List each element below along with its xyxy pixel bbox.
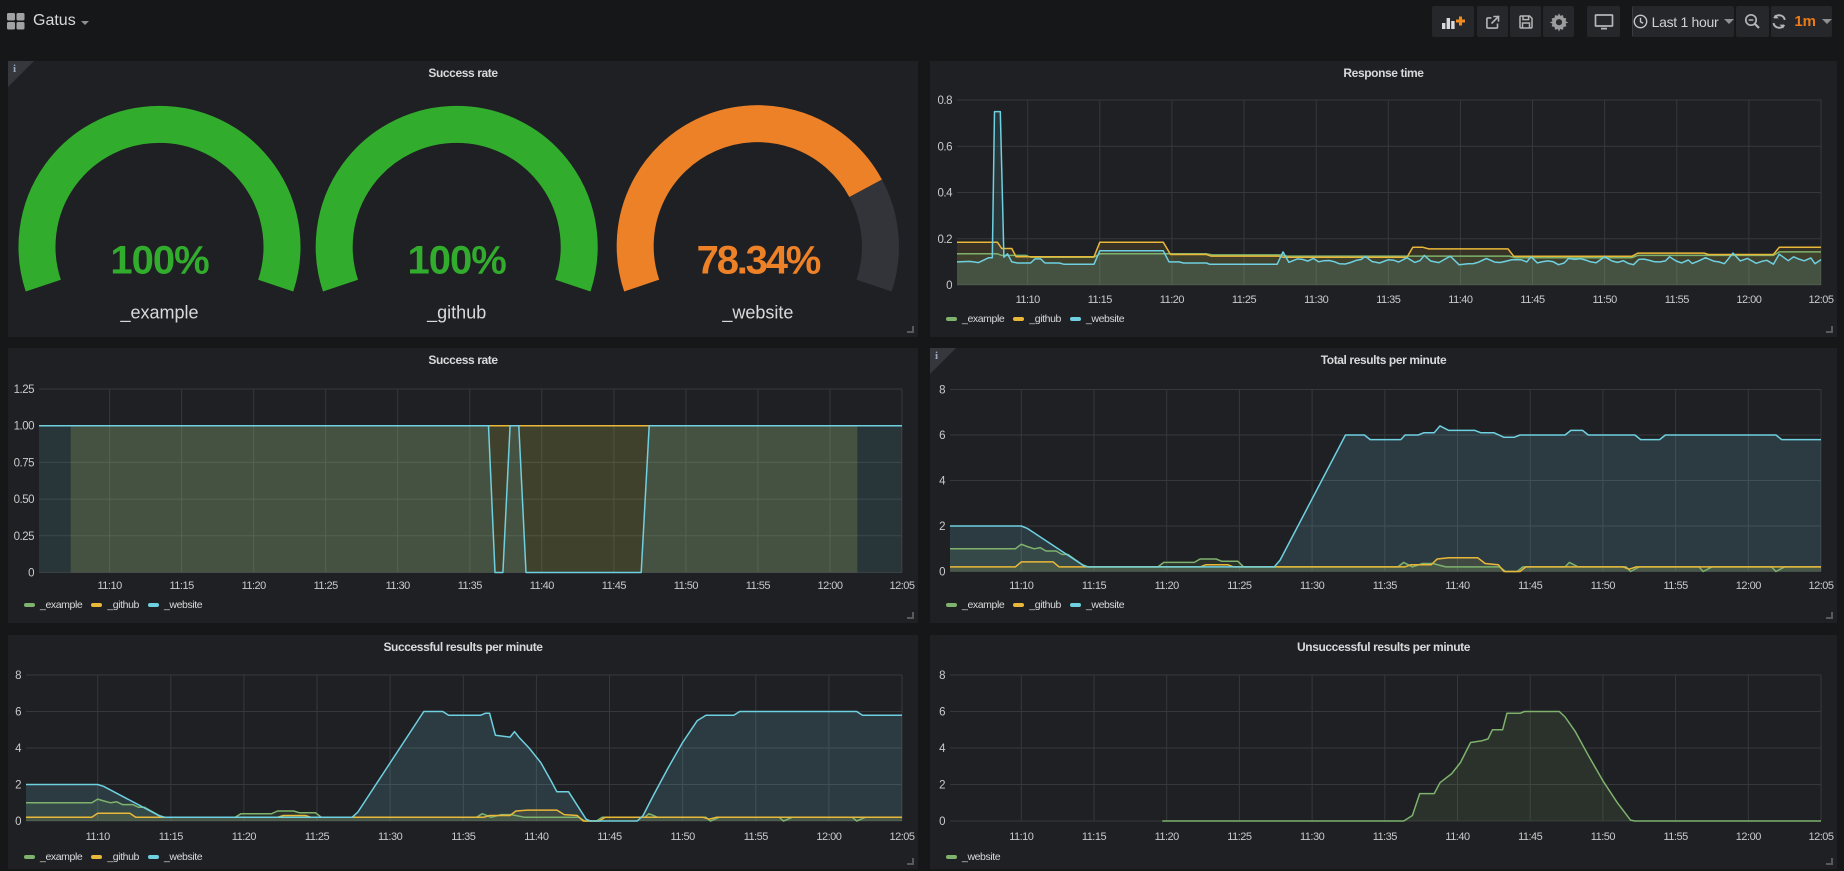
svg-text:11:10: 11:10 (97, 580, 122, 592)
svg-text:11:30: 11:30 (378, 831, 403, 843)
svg-text:0.6: 0.6 (938, 141, 953, 153)
svg-text:12:00: 12:00 (1736, 294, 1761, 306)
svg-text:11:20: 11:20 (1160, 294, 1185, 306)
svg-text:11:55: 11:55 (746, 580, 771, 592)
svg-text:11:30: 11:30 (1300, 831, 1325, 843)
svg-text:0: 0 (939, 567, 945, 579)
svg-text:0.4: 0.4 (938, 188, 954, 200)
svg-text:2: 2 (939, 780, 945, 792)
svg-text:11:50: 11:50 (1592, 294, 1617, 306)
svg-text:11:25: 11:25 (1227, 580, 1252, 592)
svg-text:8: 8 (939, 385, 945, 397)
svg-text:11:50: 11:50 (674, 580, 699, 592)
svg-text:0: 0 (28, 568, 34, 580)
svg-text:12:00: 12:00 (1736, 831, 1761, 843)
svg-text:0: 0 (15, 816, 21, 828)
svg-text:11:35: 11:35 (1376, 294, 1401, 306)
svg-text:_example: _example (119, 303, 198, 324)
svg-text:4: 4 (939, 476, 946, 488)
svg-text:11:25: 11:25 (1232, 294, 1257, 306)
svg-text:0.8: 0.8 (938, 95, 953, 107)
svg-text:11:30: 11:30 (1304, 294, 1329, 306)
svg-text:6: 6 (939, 707, 945, 719)
svg-text:11:35: 11:35 (451, 831, 476, 843)
svg-text:12:05: 12:05 (1808, 294, 1833, 306)
svg-text:11:50: 11:50 (1591, 831, 1616, 843)
svg-text:6: 6 (15, 707, 21, 719)
svg-text:11:55: 11:55 (1665, 294, 1690, 306)
svg-text:11:10: 11:10 (1009, 831, 1034, 843)
svg-text:11:55: 11:55 (744, 831, 769, 843)
svg-text:11:45: 11:45 (602, 580, 627, 592)
svg-text:11:40: 11:40 (1445, 831, 1470, 843)
svg-text:100%: 100% (110, 239, 209, 283)
svg-text:11:45: 11:45 (597, 831, 622, 843)
svg-text:11:35: 11:35 (1373, 580, 1398, 592)
svg-text:11:15: 11:15 (159, 831, 184, 843)
svg-text:0.2: 0.2 (938, 234, 953, 246)
svg-text:11:45: 11:45 (1518, 580, 1543, 592)
svg-text:6: 6 (939, 430, 945, 442)
svg-text:12:05: 12:05 (889, 831, 914, 843)
svg-text:8: 8 (15, 670, 21, 682)
svg-text:2: 2 (939, 521, 945, 533)
svg-text:11:35: 11:35 (458, 580, 483, 592)
svg-text:11:30: 11:30 (386, 580, 411, 592)
svg-text:11:20: 11:20 (1155, 831, 1180, 843)
svg-text:11:45: 11:45 (1518, 831, 1543, 843)
svg-text:11:10: 11:10 (1016, 294, 1041, 306)
svg-text:11:25: 11:25 (305, 831, 330, 843)
svg-text:11:15: 11:15 (1088, 294, 1113, 306)
svg-text:11:45: 11:45 (1520, 294, 1545, 306)
svg-text:2: 2 (15, 780, 21, 792)
svg-text:11:20: 11:20 (232, 831, 257, 843)
svg-text:11:55: 11:55 (1663, 580, 1688, 592)
svg-text:0: 0 (939, 816, 945, 828)
svg-text:78.34%: 78.34% (697, 239, 821, 283)
svg-text:11:50: 11:50 (670, 831, 695, 843)
svg-text:0: 0 (946, 280, 952, 292)
svg-text:11:20: 11:20 (242, 580, 267, 592)
svg-text:11:20: 11:20 (1155, 580, 1180, 592)
svg-text:11:10: 11:10 (1009, 580, 1034, 592)
svg-text:12:05: 12:05 (1808, 580, 1833, 592)
svg-text:1.00: 1.00 (14, 421, 34, 433)
svg-text:12:05: 12:05 (1808, 831, 1833, 843)
svg-text:11:35: 11:35 (1373, 831, 1398, 843)
svg-text:0.25: 0.25 (14, 531, 34, 543)
svg-text:11:40: 11:40 (530, 580, 555, 592)
svg-text:12:00: 12:00 (1736, 580, 1761, 592)
svg-text:1.25: 1.25 (14, 384, 34, 396)
svg-text:11:15: 11:15 (1082, 831, 1107, 843)
svg-text:12:00: 12:00 (816, 831, 841, 843)
svg-text:4: 4 (939, 743, 946, 755)
svg-text:11:10: 11:10 (86, 831, 111, 843)
svg-text:11:40: 11:40 (1448, 294, 1473, 306)
svg-text:12:00: 12:00 (817, 580, 842, 592)
svg-text:11:25: 11:25 (1227, 831, 1252, 843)
svg-text:11:50: 11:50 (1591, 580, 1616, 592)
svg-text:_website: _website (721, 303, 793, 324)
svg-text:11:25: 11:25 (314, 580, 339, 592)
svg-text:8: 8 (939, 670, 945, 682)
svg-text:12:05: 12:05 (889, 580, 914, 592)
svg-text:11:15: 11:15 (169, 580, 194, 592)
svg-text:11:40: 11:40 (1445, 580, 1470, 592)
svg-text:11:15: 11:15 (1082, 580, 1107, 592)
svg-text:11:55: 11:55 (1663, 831, 1688, 843)
svg-text:100%: 100% (408, 239, 507, 283)
svg-text:11:40: 11:40 (524, 831, 549, 843)
svg-text:0.50: 0.50 (14, 494, 34, 506)
svg-text:_github: _github (426, 303, 486, 324)
svg-text:4: 4 (15, 743, 22, 755)
svg-text:11:30: 11:30 (1300, 580, 1325, 592)
svg-text:0.75: 0.75 (14, 457, 34, 469)
